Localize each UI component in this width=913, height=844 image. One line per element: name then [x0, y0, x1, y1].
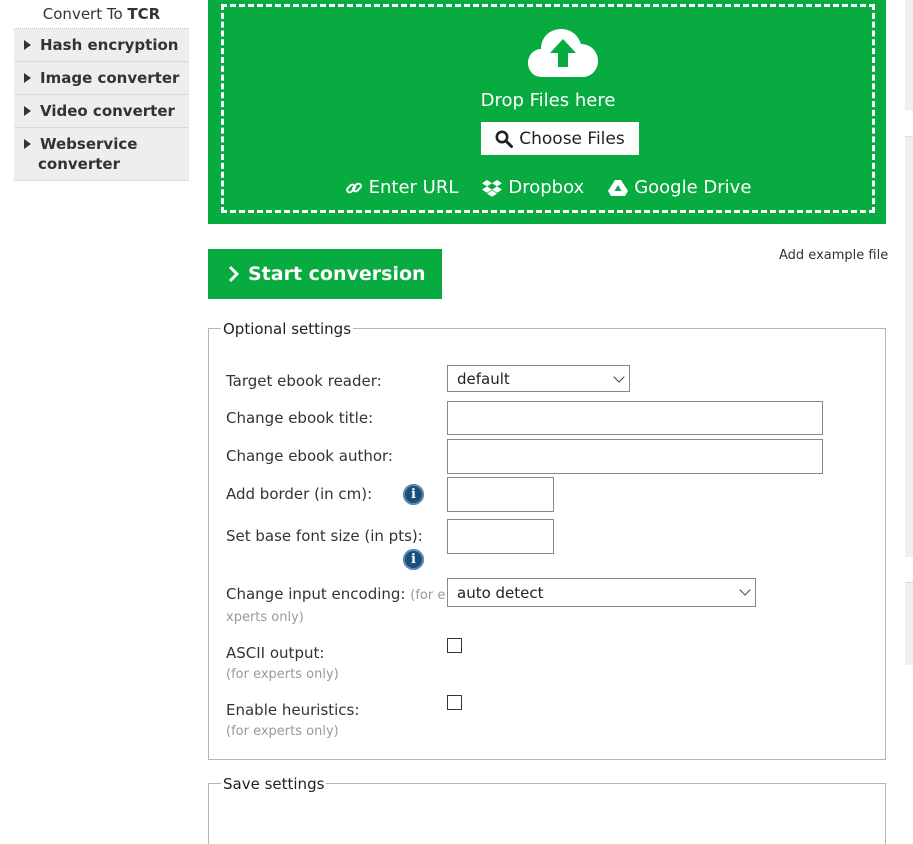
target-reader-value: default	[457, 369, 510, 388]
sidebar-current-target[interactable]: Convert To TCR	[14, 0, 189, 29]
right-edge-panel	[905, 136, 913, 557]
base-font-size-label: Set base font size (in pts):	[226, 527, 423, 545]
input-encoding-label: Change input encoding: (for e	[226, 585, 445, 603]
caret-right-icon	[24, 40, 31, 50]
google-drive-link[interactable]: Google Drive	[608, 177, 751, 198]
info-icon[interactable]: i	[403, 484, 424, 505]
chevron-down-icon	[613, 371, 625, 383]
ascii-output-checkbox[interactable]	[447, 638, 462, 653]
save-settings-legend: Save settings	[221, 775, 327, 793]
ebook-author-label: Change ebook author:	[226, 447, 393, 465]
sidebar-item-label: Video converter	[40, 102, 175, 120]
sidebar-item-image-converter[interactable]: Image converter	[14, 62, 189, 95]
sidebar-item-label: Webservice	[40, 135, 138, 153]
input-encoding-hint-continued: xperts only)	[226, 610, 304, 625]
ascii-output-hint: (for experts only)	[226, 667, 339, 682]
start-conversion-label: Start conversion	[248, 263, 426, 285]
base-font-size-input[interactable]	[447, 519, 554, 554]
target-reader-label: Target ebook reader:	[226, 372, 382, 390]
input-encoding-value: auto detect	[457, 583, 544, 602]
save-settings-fieldset: Save settings	[208, 775, 886, 844]
sidebar-item-webservice-converter[interactable]: Webservice converter	[14, 128, 189, 181]
input-encoding-hint: (for e	[410, 588, 446, 603]
caret-right-icon	[24, 139, 31, 149]
optional-settings-fieldset: Optional settings Target ebook reader: d…	[208, 320, 886, 760]
sidebar-item-hash-encryption[interactable]: Hash encryption	[14, 29, 189, 62]
dropbox-icon	[482, 179, 503, 197]
choose-files-label: Choose Files	[519, 128, 625, 149]
ascii-output-label: ASCII output:	[226, 644, 325, 662]
enable-heuristics-hint: (for experts only)	[226, 724, 339, 739]
file-drop-zone[interactable]: Drop Files here Choose Files Enter URL D…	[221, 4, 875, 213]
sidebar-current-format: TCR	[127, 5, 161, 23]
dropbox-link[interactable]: Dropbox	[482, 177, 584, 198]
google-drive-label: Google Drive	[634, 177, 752, 198]
ebook-author-input[interactable]	[447, 439, 823, 474]
enable-heuristics-checkbox[interactable]	[447, 695, 462, 710]
caret-right-icon	[24, 106, 31, 116]
sidebar: Convert To TCR Hash encryption Image con…	[14, 0, 189, 181]
optional-settings-legend: Optional settings	[221, 320, 354, 338]
upload-panel: Drop Files here Choose Files Enter URL D…	[208, 0, 886, 224]
border-label: Add border (in cm):	[226, 485, 373, 503]
right-edge-panel	[905, 582, 913, 665]
border-input[interactable]	[447, 477, 554, 512]
target-reader-select[interactable]: default	[447, 365, 630, 392]
link-icon	[345, 182, 362, 193]
start-conversion-button[interactable]: Start conversion	[208, 249, 442, 299]
cloud-upload-icon	[528, 29, 598, 77]
right-edge-panel	[905, 0, 913, 110]
choose-files-button[interactable]: Choose Files	[481, 122, 639, 155]
drop-files-text: Drop Files here	[480, 90, 616, 111]
dropbox-label: Dropbox	[508, 177, 585, 198]
sidebar-item-label: Hash encryption	[40, 36, 179, 54]
google-drive-icon	[608, 179, 629, 196]
caret-right-icon	[24, 73, 31, 83]
sidebar-item-label: Image converter	[40, 69, 180, 87]
ebook-title-label: Change ebook title:	[226, 409, 374, 427]
input-encoding-select[interactable]: auto detect	[447, 578, 756, 607]
input-encoding-label-text: Change input encoding:	[226, 585, 406, 603]
info-icon[interactable]: i	[403, 549, 424, 570]
sidebar-item-video-converter[interactable]: Video converter	[14, 95, 189, 128]
chevron-down-icon	[739, 584, 751, 596]
add-example-file-link[interactable]: Add example file	[779, 248, 888, 263]
chevron-right-icon	[228, 265, 240, 283]
enable-heuristics-label: Enable heuristics:	[226, 701, 360, 719]
ebook-title-input[interactable]	[447, 401, 823, 435]
upload-sources: Enter URL Dropbox Google Drive	[224, 177, 872, 198]
sidebar-current-prefix: Convert To	[42, 5, 128, 23]
enter-url-link[interactable]: Enter URL	[345, 177, 459, 198]
enter-url-label: Enter URL	[368, 177, 459, 198]
search-icon	[495, 130, 514, 148]
sidebar-item-label-line2: converter	[38, 155, 120, 173]
